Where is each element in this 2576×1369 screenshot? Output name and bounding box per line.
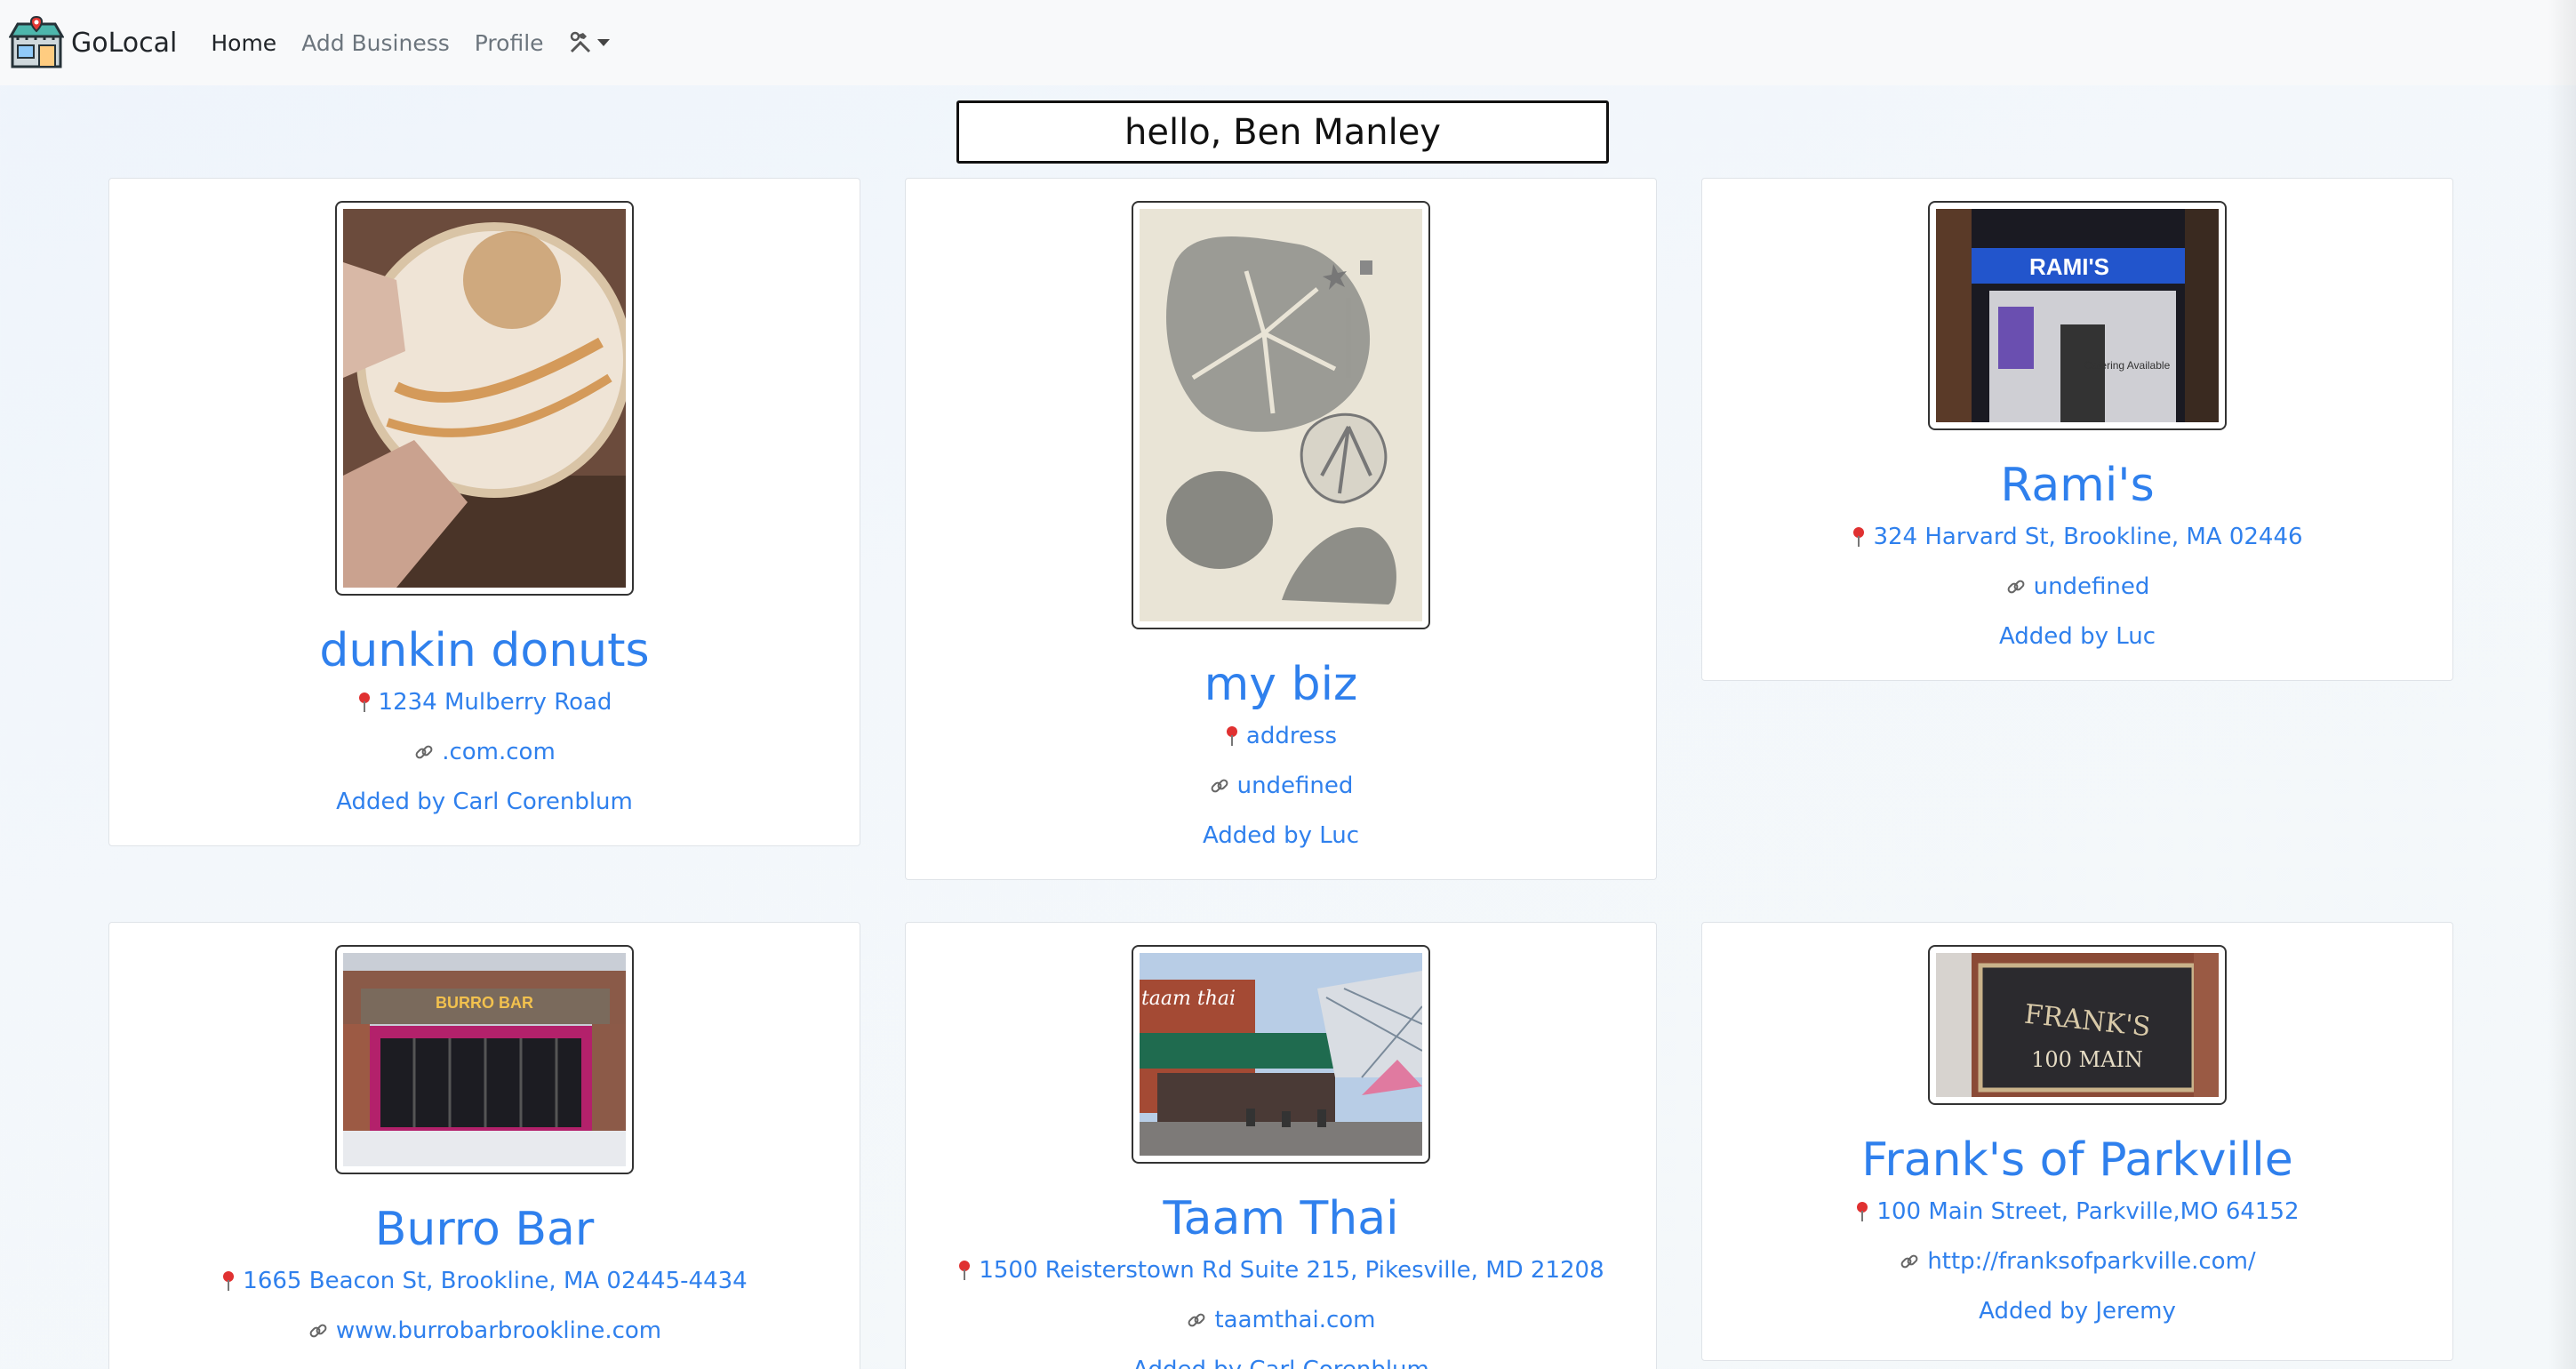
business-card: dunkin donuts 1234 Mulberry Road .com.co… [108, 178, 860, 846]
business-card: BURRO BAR Burro Bar 1665 Beacon St, Broo… [108, 922, 860, 1369]
glazed-donut-photo [343, 209, 626, 588]
brand[interactable]: GoLocal [9, 0, 177, 85]
nav-links: Home Add Business Profile [211, 30, 610, 56]
map-pin-icon [1853, 527, 1865, 547]
greeting-banner: hello, Ben Manley [956, 100, 1609, 164]
business-name[interactable]: Taam Thai [1163, 1192, 1398, 1245]
business-address: 100 Main Street, Parkville,MO 64152 [1876, 1198, 2300, 1225]
added-by[interactable]: Added by Luc [1999, 622, 2156, 651]
business-name[interactable]: dunkin donuts [319, 624, 649, 677]
business-photo-frame[interactable]: BURRO BAR [335, 945, 634, 1174]
added-by[interactable]: Added by Carl Corenblum [336, 788, 633, 816]
nav-home-link[interactable]: Home [211, 30, 276, 56]
business-address: 1500 Reisterstown Rd Suite 215, Pikesvil… [979, 1257, 1604, 1284]
franks-window-sign-photo: FRANK'S 100 MAIN [1936, 953, 2219, 1097]
business-photo-frame[interactable]: RAMI'S Catering Available [1928, 201, 2227, 430]
business-card: my biz address undefined Added by Luc [905, 178, 1657, 880]
storefront-sign-text: RAMI'S [2029, 253, 2109, 280]
address-line[interactable]: 100 Main Street, Parkville,MO 64152 [1855, 1197, 2300, 1226]
window-sign-subtext: 100 MAIN [2031, 1047, 2143, 1072]
business-photo-frame[interactable] [335, 201, 634, 596]
business-name[interactable]: my biz [1204, 658, 1358, 711]
storefront-window-text: Catering Available [2084, 359, 2171, 372]
storefront-sign-text: BURRO BAR [436, 994, 533, 1012]
tools-dropdown-toggle[interactable] [569, 31, 610, 54]
business-address: address [1245, 723, 1338, 749]
brand-name: GoLocal [71, 27, 178, 59]
website-line[interactable]: www.burrobarbrookline.com [308, 1317, 661, 1345]
address-line[interactable]: 1500 Reisterstown Rd Suite 215, Pikesvil… [957, 1256, 1604, 1285]
business-name[interactable]: Burro Bar [375, 1203, 595, 1256]
address-line[interactable]: 324 Harvard St, Brookline, MA 02446 [1852, 523, 2303, 551]
link-icon [415, 745, 433, 759]
link-icon [309, 1324, 327, 1338]
business-website: undefined [1236, 773, 1354, 799]
business-website: undefined [2033, 573, 2150, 600]
map-pin-icon [1857, 1202, 1868, 1221]
added-by[interactable]: Added by Jeremy [1979, 1297, 2176, 1325]
added-by[interactable]: Added by Carl Corenblum [1132, 1356, 1429, 1369]
map-pin-icon [1226, 726, 1237, 746]
website-line[interactable]: undefined [1209, 772, 1354, 800]
website-line[interactable]: taamthai.com [1186, 1306, 1376, 1334]
nav-add-business-link[interactable]: Add Business [301, 30, 450, 56]
business-website: http://franksofparkville.com/ [1927, 1248, 2256, 1275]
business-photo-frame[interactable]: taam thai [1132, 945, 1430, 1164]
link-icon [1900, 1254, 1918, 1269]
added-by[interactable]: Added by Luc [1203, 821, 1359, 850]
map-pin-icon [358, 693, 370, 712]
business-website: www.burrobarbrookline.com [335, 1317, 662, 1344]
business-address: 1665 Beacon St, Brookline, MA 02445-4434 [243, 1268, 748, 1294]
business-address: 324 Harvard St, Brookline, MA 02446 [1873, 524, 2303, 550]
map-pin-icon [959, 1261, 971, 1280]
link-icon [2007, 580, 2025, 594]
burro-bar-storefront-photo: BURRO BAR [343, 953, 626, 1166]
website-line[interactable]: undefined [2005, 572, 2150, 601]
business-website: taamthai.com [1214, 1307, 1376, 1333]
storefront-logo-icon [9, 15, 64, 68]
link-icon [1211, 779, 1228, 793]
storefront-sign-text: taam thai [1141, 988, 1236, 1010]
website-line[interactable]: .com.com [413, 738, 556, 766]
taam-thai-patio-photo: taam thai [1140, 953, 1422, 1156]
nav-profile-link[interactable]: Profile [475, 30, 544, 56]
business-photo-frame[interactable]: FRANK'S 100 MAIN [1928, 945, 2227, 1105]
business-card: FRANK'S 100 MAIN Frank's of Parkville 10… [1701, 922, 2453, 1361]
link-icon [1188, 1313, 1205, 1327]
business-photo-frame[interactable] [1132, 201, 1430, 629]
address-line[interactable]: 1234 Mulberry Road [357, 688, 612, 717]
top-navbar: GoLocal Home Add Business Profile [0, 0, 2576, 85]
chevron-down-icon [596, 39, 610, 46]
sand-dollar-engraving [1140, 209, 1422, 621]
ramis-storefront-photo: RAMI'S Catering Available [1936, 209, 2219, 422]
map-pin-icon [223, 1271, 235, 1291]
business-card: taam thai Taam Thai 1500 Reisterstown Rd… [905, 922, 1657, 1369]
business-card: RAMI'S Catering Available Rami's 324 Har… [1701, 178, 2453, 681]
business-name[interactable]: Rami's [2000, 459, 2154, 512]
scrollbar-track[interactable] [2548, 0, 2576, 1369]
address-line[interactable]: 1665 Beacon St, Brookline, MA 02445-4434 [221, 1267, 748, 1295]
business-name[interactable]: Frank's of Parkville [1861, 1133, 2293, 1187]
hammer-wrench-icon [570, 31, 590, 53]
business-website: .com.com [442, 739, 556, 765]
address-line[interactable]: address [1225, 722, 1337, 750]
website-line[interactable]: http://franksofparkville.com/ [1899, 1247, 2256, 1276]
business-address: 1234 Mulberry Road [378, 689, 612, 716]
